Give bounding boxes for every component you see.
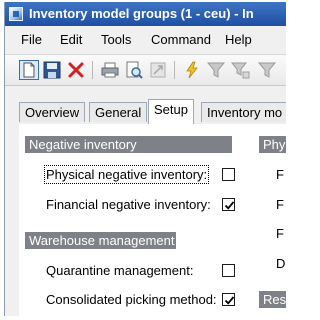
- consolidated-picking-method-checkbox[interactable]: [222, 293, 235, 306]
- right-field-label: D: [276, 256, 286, 271]
- right-field-label: F: [276, 167, 284, 182]
- menu-command[interactable]: Command: [151, 32, 211, 47]
- advanced-filter-icon: [230, 60, 250, 80]
- toolbar-separator: [92, 61, 93, 79]
- tab-general[interactable]: General: [89, 102, 148, 122]
- checkmark-icon: [224, 201, 235, 210]
- physical-negative-inventory-label: Physical negative inventory:: [43, 165, 210, 184]
- zoom-icon: [148, 60, 168, 80]
- setup-panel: Negative inventory Physical negative inv…: [19, 124, 286, 316]
- refresh-button[interactable]: [182, 60, 202, 80]
- group-header-warehouse-management: Warehouse management: [25, 232, 176, 249]
- tab-inventory-model[interactable]: Inventory mo: [201, 102, 286, 122]
- filter-button[interactable]: [206, 60, 226, 80]
- print-button[interactable]: [100, 60, 120, 80]
- app-icon: [9, 7, 23, 21]
- filter-icon: [206, 60, 226, 80]
- title-bar[interactable]: Inventory model groups (1 - ceu) - In: [5, 2, 286, 26]
- financial-negative-inventory-label: Financial negative inventory:: [46, 197, 211, 212]
- group-header-negative-inventory: Negative inventory: [25, 136, 232, 153]
- toolbar-separator: [174, 61, 175, 79]
- right-field-label: F: [276, 226, 284, 241]
- tab-overview[interactable]: Overview: [19, 102, 86, 122]
- financial-negative-inventory-checkbox[interactable]: [222, 198, 235, 211]
- delete-icon: [66, 60, 86, 80]
- save-button[interactable]: [42, 60, 62, 80]
- zoom-button[interactable]: [148, 60, 168, 80]
- delete-button[interactable]: [66, 60, 86, 80]
- consolidated-picking-method-label: Consolidated picking method:: [46, 292, 217, 307]
- funnel-icon: [257, 60, 277, 80]
- more-button[interactable]: [257, 60, 277, 80]
- toolbar: [5, 54, 286, 86]
- window-title: Inventory model groups (1 - ceu) - In: [29, 6, 254, 21]
- save-icon: [42, 60, 62, 80]
- print-preview-button[interactable]: [124, 60, 144, 80]
- print-preview-icon: [124, 60, 144, 80]
- group-header-reservation: Res: [259, 291, 286, 308]
- new-icon: [20, 61, 38, 79]
- group-header-physical: Phy: [259, 136, 286, 153]
- menu-file[interactable]: File: [21, 32, 42, 47]
- right-field-label: F: [276, 197, 284, 212]
- checkmark-icon: [224, 296, 235, 305]
- refresh-icon: [182, 60, 202, 80]
- menu-edit[interactable]: Edit: [60, 32, 82, 47]
- new-button[interactable]: [19, 60, 39, 80]
- menu-tools[interactable]: Tools: [101, 32, 131, 47]
- tab-strip: Overview General Setup Inventory mo: [19, 99, 286, 125]
- window: Inventory model groups (1 - ceu) - In Fi…: [4, 2, 286, 316]
- physical-negative-inventory-checkbox[interactable]: [222, 168, 235, 181]
- menu-bar: File Edit Tools Command Help: [5, 29, 286, 49]
- quarantine-management-checkbox[interactable]: [222, 264, 235, 277]
- advanced-filter-button[interactable]: [230, 60, 250, 80]
- quarantine-management-label: Quarantine management:: [46, 263, 194, 278]
- tab-setup[interactable]: Setup: [148, 99, 194, 124]
- menu-help[interactable]: Help: [225, 32, 252, 47]
- print-icon: [100, 60, 120, 80]
